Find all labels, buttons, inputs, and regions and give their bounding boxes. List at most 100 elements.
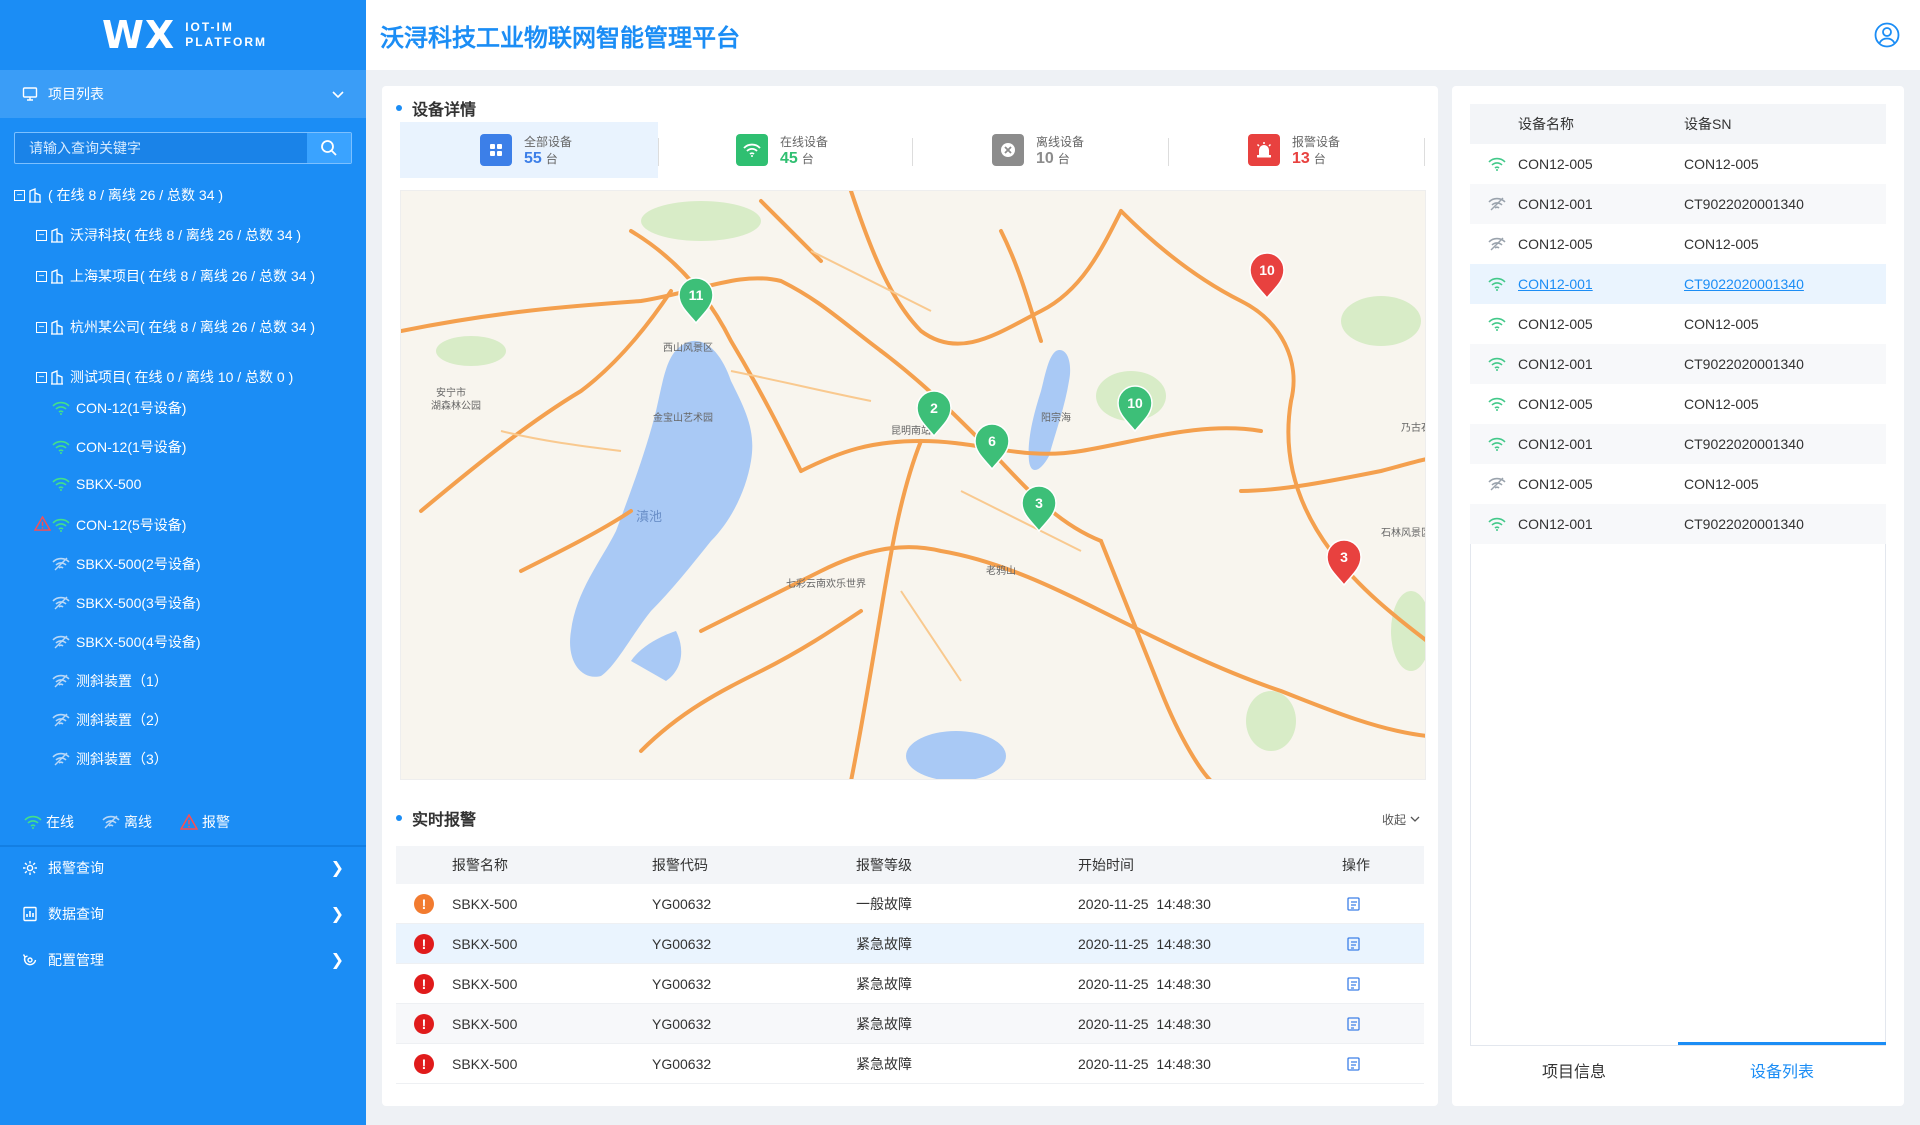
alarm-row[interactable]: ! SBKX-500 YG00632 紧急故障 2020-11-25 14:48:30 <box>396 1004 1424 1044</box>
search-button[interactable] <box>307 133 351 163</box>
warning-icon <box>33 515 52 534</box>
wifi-off-icon <box>52 752 70 766</box>
map-marker-count: 3 <box>1340 549 1348 565</box>
logo-subtitle: IOT-IM PLATFORM <box>185 20 267 50</box>
device-name: CON12-001 <box>1518 196 1593 212</box>
collapse-toggle-icon[interactable]: − <box>36 321 47 333</box>
logo-mark: WX <box>102 13 176 57</box>
device-node[interactable]: CON-12(5号设备) <box>33 515 186 535</box>
wifi-off-icon <box>102 815 120 829</box>
stat-online-devices[interactable]: 在线设备 45 台 <box>736 122 828 178</box>
device-node-label: SBKX-500(2号设备) <box>76 556 201 572</box>
building-icon <box>28 187 42 203</box>
col-device-name: 设备名称 <box>1518 116 1574 132</box>
alarm-row[interactable]: ! SBKX-500 YG00632 紧急故障 2020-11-25 14:48:30 <box>396 924 1424 964</box>
collapse-toggle-icon[interactable]: − <box>14 189 25 201</box>
alarm-row[interactable]: ! SBKX-500 YG00632 紧急故障 2020-11-25 14:48:30 <box>396 964 1424 1004</box>
device-list-row[interactable]: CON12-005 CON12-005 <box>1470 304 1886 344</box>
legend-alarm: 报警 <box>180 812 230 832</box>
alarm-level: 紧急故障 <box>856 1015 912 1032</box>
stat-alarm-label: 报警设备 <box>1292 134 1341 149</box>
wifi-off-icon <box>52 596 70 610</box>
device-list-row[interactable]: CON12-005 CON12-005 <box>1470 384 1886 424</box>
nav-data-query[interactable]: 数据查询 ❯ <box>0 892 366 936</box>
stat-all-devices[interactable]: 全部设备 55 台 <box>480 122 572 178</box>
logo-sub-line2: PLATFORM <box>185 35 267 49</box>
tree-node[interactable]: − 杭州某公司( 在线 8 / 离线 26 / 总数 34 ) <box>36 317 315 337</box>
map-marker-count: 6 <box>988 433 996 449</box>
tab-project-info[interactable]: 项目信息 <box>1470 1042 1678 1098</box>
device-list-row[interactable]: CON12-001 CT9022020001340 <box>1470 264 1886 304</box>
device-node[interactable]: 测斜装置（1） <box>52 671 168 691</box>
alarm-level: 紧急故障 <box>856 935 912 952</box>
device-list-row[interactable]: CON12-005 CON12-005 <box>1470 224 1886 264</box>
detail-icon[interactable] <box>1346 1044 1362 1083</box>
device-node[interactable]: 测斜装置（3） <box>52 749 168 769</box>
project-list-menu[interactable]: 项目列表 <box>0 70 366 118</box>
tab-device-list[interactable]: 设备列表 <box>1678 1042 1886 1098</box>
stat-all-label: 全部设备 <box>524 134 573 149</box>
legend-online-label: 在线 <box>46 814 74 830</box>
user-icon[interactable] <box>1874 22 1900 51</box>
tree-node[interactable]: − ( 在线 8 / 离线 26 / 总数 34 ) <box>14 185 223 205</box>
alarm-time: 2020-11-25 14:48:30 <box>1078 935 1211 952</box>
device-node[interactable]: SBKX-500(2号设备) <box>52 554 200 574</box>
nav-config-management[interactable]: 配置管理 ❯ <box>0 938 366 982</box>
right-tabs: 项目信息 设备列表 <box>1470 1042 1886 1098</box>
map-marker-count: 11 <box>689 287 704 303</box>
realtime-alarm-title-text: 实时报警 <box>412 812 477 829</box>
device-list-row[interactable]: CON12-001 CT9022020001340 <box>1470 184 1886 224</box>
device-list-row[interactable]: CON12-001 CT9022020001340 <box>1470 344 1886 384</box>
collapse-toggle-icon[interactable]: − <box>36 229 47 241</box>
logo: WX IOT-IM PLATFORM <box>0 0 366 70</box>
device-sn[interactable]: CT9022020001340 <box>1684 276 1804 292</box>
device-list-row[interactable]: CON12-001 CT9022020001340 <box>1470 424 1886 464</box>
legend-online: 在线 <box>24 812 74 832</box>
device-node[interactable]: SBKX-500 <box>52 476 141 492</box>
chevron-right-icon: ❯ <box>330 906 344 923</box>
device-node[interactable]: CON-12(1号设备) <box>52 437 186 457</box>
device-sn: CT9022020001340 <box>1684 196 1804 212</box>
device-name[interactable]: CON12-001 <box>1518 276 1593 292</box>
nav-config-label: 配置管理 <box>48 952 104 968</box>
tree-node[interactable]: − 测试项目( 在线 0 / 离线 10 / 总数 0 ) <box>36 367 293 387</box>
device-list-row[interactable]: CON12-001 CT9022020001340 <box>1470 504 1886 544</box>
device-list-header: 设备名称 设备SN <box>1470 104 1886 144</box>
detail-icon[interactable] <box>1346 1004 1362 1043</box>
device-sn: CT9022020001340 <box>1684 436 1804 452</box>
device-list-row[interactable]: CON12-005 CON12-005 <box>1470 464 1886 504</box>
stat-online-label: 在线设备 <box>780 134 829 149</box>
device-list-row[interactable]: CON12-005 CON12-005 <box>1470 144 1886 184</box>
stat-online-value: 45 <box>780 149 798 167</box>
tree-node[interactable]: − 沃浔科技( 在线 8 / 离线 26 / 总数 34 ) <box>36 225 301 245</box>
stat-offline-devices[interactable]: 离线设备 10 台 <box>992 122 1084 178</box>
detail-icon[interactable] <box>1346 964 1362 1003</box>
device-node[interactable]: SBKX-500(4号设备) <box>52 632 200 652</box>
collapse-toggle-icon[interactable]: − <box>36 270 47 282</box>
wifi-icon <box>24 815 42 829</box>
device-node[interactable]: SBKX-500(3号设备) <box>52 593 200 613</box>
alarm-row[interactable]: ! SBKX-500 YG00632 紧急故障 2020-11-25 14:48:30 <box>396 1044 1424 1084</box>
collapse-toggle-icon[interactable]: − <box>36 371 47 383</box>
alert-icon: ! <box>414 1053 434 1074</box>
stat-offline-unit: 台 <box>1057 151 1070 166</box>
device-node-label: SBKX-500 <box>76 476 142 492</box>
alert-icon: ! <box>414 1013 434 1034</box>
detail-icon[interactable] <box>1346 884 1362 923</box>
map-place-shilin: 石林风景区 <box>1381 526 1426 539</box>
detail-icon[interactable] <box>1346 924 1362 963</box>
device-node[interactable]: 测斜装置（2） <box>52 710 168 730</box>
search-input[interactable] <box>15 133 307 163</box>
device-map[interactable]: 安宁市 湖森林公园 金宝山艺术园 西山风景区 昆明南站 阳宗海 乃古石 石林风景… <box>400 190 1426 780</box>
tree-node[interactable]: − 上海某项目( 在线 8 / 离线 26 / 总数 34 ) <box>36 266 315 286</box>
alarm-row[interactable]: ! SBKX-500 YG00632 一般故障 2020-11-25 14:48:30 <box>396 884 1424 924</box>
alarm-time: 2020-11-25 14:48:30 <box>1078 1055 1211 1072</box>
alarm-time: 2020-11-25 14:48:30 <box>1078 895 1211 912</box>
map-place-xishan: 西山风景区 <box>663 342 713 354</box>
stat-alarm-devices[interactable]: 报警设备 13 台 <box>1248 122 1340 178</box>
device-node[interactable]: CON-12(1号设备) <box>52 398 186 418</box>
nav-alarm-query[interactable]: 报警查询 ❯ <box>0 846 366 890</box>
nav-alarm-query-label: 报警查询 <box>48 860 104 876</box>
wifi-off-icon <box>52 635 70 649</box>
collapse-button[interactable]: 收起 <box>1382 811 1420 828</box>
